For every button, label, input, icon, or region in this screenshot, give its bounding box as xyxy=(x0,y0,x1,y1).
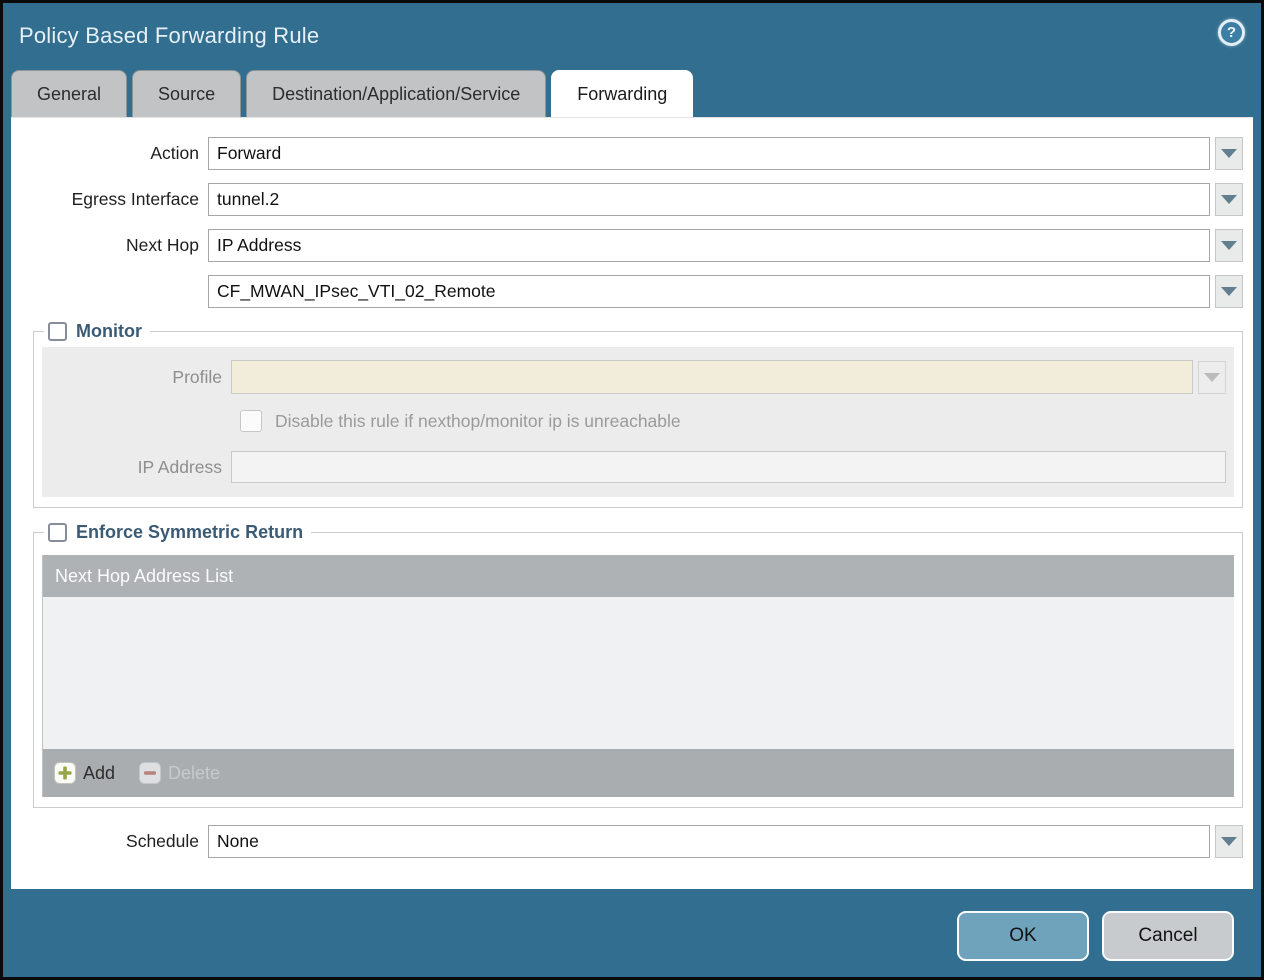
dialog-title: Policy Based Forwarding Rule xyxy=(19,23,319,49)
monitor-checkbox[interactable] xyxy=(48,322,67,341)
ok-button[interactable]: OK xyxy=(957,911,1089,961)
monitor-legend-label: Monitor xyxy=(76,321,142,342)
delete-button[interactable]: Delete xyxy=(139,762,220,784)
next-hop-row: Next Hop xyxy=(11,229,1253,262)
chevron-down-icon xyxy=(1221,195,1237,204)
table-toolbar: Add Delete xyxy=(43,749,1234,797)
cancel-button[interactable]: Cancel xyxy=(1102,911,1234,961)
tab-label: Source xyxy=(158,84,215,104)
action-row: Action xyxy=(11,137,1253,170)
egress-interface-row: Egress Interface xyxy=(11,183,1253,216)
next-hop-address-dropdown-button[interactable] xyxy=(1215,275,1243,308)
chevron-down-icon xyxy=(1221,149,1237,158)
cancel-button-label: Cancel xyxy=(1138,925,1197,947)
tab-destination-application-service[interactable]: Destination/Application/Service xyxy=(246,70,546,117)
schedule-row: Schedule xyxy=(11,825,1253,858)
forwarding-tab-panel: Action Egress Interface Next Hop xyxy=(11,117,1253,889)
egress-interface-input[interactable] xyxy=(208,183,1210,216)
dialog-footer: OK Cancel xyxy=(3,889,1261,980)
table-header-row: Next Hop Address List xyxy=(43,555,1234,597)
add-button-label: Add xyxy=(83,763,115,784)
chevron-down-icon xyxy=(1221,837,1237,846)
egress-interface-dropdown-button[interactable] xyxy=(1215,183,1243,216)
monitor-ip-address-row: IP Address xyxy=(50,451,1226,483)
action-label: Action xyxy=(11,143,208,164)
schedule-dropdown-button[interactable] xyxy=(1215,825,1243,858)
monitor-panel: Profile Disable this rule if nexthop/mon… xyxy=(42,347,1234,497)
tab-label: General xyxy=(37,84,101,104)
add-button[interactable]: Add xyxy=(54,762,115,784)
monitor-ip-address-input[interactable] xyxy=(231,451,1226,483)
next-hop-address-input[interactable] xyxy=(208,275,1210,308)
symmetric-return-checkbox[interactable] xyxy=(48,523,67,542)
chevron-down-icon xyxy=(1221,287,1237,296)
symmetric-return-legend: Enforce Symmetric Return xyxy=(44,522,311,543)
chevron-down-icon xyxy=(1221,241,1237,250)
help-icon[interactable]: ? xyxy=(1218,19,1245,46)
table-header-next-hop-address-list: Next Hop Address List xyxy=(55,566,233,587)
schedule-input[interactable] xyxy=(208,825,1210,858)
chevron-down-icon xyxy=(1204,373,1220,382)
next-hop-type-input[interactable] xyxy=(208,229,1210,262)
minus-icon xyxy=(139,762,161,784)
profile-row: Profile xyxy=(50,360,1226,394)
profile-input[interactable] xyxy=(231,360,1193,394)
symmetric-return-legend-label: Enforce Symmetric Return xyxy=(76,522,303,543)
disable-rule-checkbox[interactable] xyxy=(240,410,262,432)
next-hop-dropdown-button[interactable] xyxy=(1215,229,1243,262)
next-hop-address-row xyxy=(11,275,1253,308)
monitor-legend: Monitor xyxy=(44,321,150,342)
plus-icon xyxy=(54,762,76,784)
schedule-label: Schedule xyxy=(11,831,208,852)
next-hop-address-list-table: Next Hop Address List Add xyxy=(42,555,1234,797)
action-input[interactable] xyxy=(208,137,1210,170)
tab-source[interactable]: Source xyxy=(132,70,241,117)
delete-button-label: Delete xyxy=(168,763,220,784)
tab-label: Forwarding xyxy=(577,84,667,104)
tab-label: Destination/Application/Service xyxy=(272,84,520,104)
profile-dropdown-button[interactable] xyxy=(1198,361,1226,394)
ok-button-label: OK xyxy=(1009,925,1036,947)
monitor-section: Monitor Profile Disable this rule if nex… xyxy=(33,321,1243,508)
disable-rule-row: Disable this rule if nexthop/monitor ip … xyxy=(240,410,1226,432)
monitor-ip-address-label: IP Address xyxy=(50,457,231,478)
help-icon-glyph: ? xyxy=(1227,24,1236,41)
next-hop-label: Next Hop xyxy=(11,235,208,256)
tab-forwarding[interactable]: Forwarding xyxy=(551,70,693,117)
dialog-titlebar: Policy Based Forwarding Rule ? xyxy=(3,3,1261,69)
table-body-empty[interactable] xyxy=(43,597,1234,749)
profile-label: Profile xyxy=(50,367,231,388)
egress-interface-label: Egress Interface xyxy=(11,189,208,210)
disable-rule-label: Disable this rule if nexthop/monitor ip … xyxy=(275,411,681,432)
action-dropdown-button[interactable] xyxy=(1215,137,1243,170)
symmetric-return-section: Enforce Symmetric Return Next Hop Addres… xyxy=(33,522,1243,808)
pbf-rule-dialog: Policy Based Forwarding Rule ? General S… xyxy=(0,0,1264,980)
tab-bar: General Source Destination/Application/S… xyxy=(11,69,1261,117)
tab-general[interactable]: General xyxy=(11,70,127,117)
